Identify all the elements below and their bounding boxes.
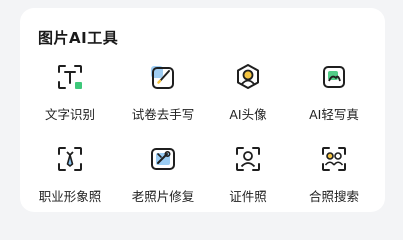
- tool-professional-photo[interactable]: 职业形象照: [25, 144, 115, 205]
- tool-group-photo-search[interactable]: 合照搜索: [289, 144, 379, 205]
- ai-avatar-icon: [237, 64, 259, 89]
- tool-ai-portrait[interactable]: AI轻写真: [289, 62, 379, 123]
- tool-photo-repair[interactable]: 老照片修复: [118, 144, 208, 205]
- tool-label: AI头像: [229, 107, 267, 122]
- ai-tools-card: 图片AI工具 文字识别 试卷去手写 AI头像 AI轻写真 职业形象照 老照片修复…: [20, 8, 385, 212]
- tool-label: 老照片修复: [131, 189, 195, 204]
- tool-ai-avatar[interactable]: AI头像: [203, 62, 293, 123]
- tool-label: 职业形象照: [38, 189, 102, 204]
- tool-label: 证件照: [229, 189, 267, 204]
- photo-repair-icon: [151, 148, 175, 170]
- tool-text-recognition[interactable]: 文字识别: [25, 62, 115, 123]
- tool-label: AI轻写真: [309, 107, 359, 122]
- tool-label: 合照搜索: [308, 189, 359, 204]
- text-recognition-icon: [58, 65, 82, 89]
- tool-id-photo[interactable]: 证件照: [203, 144, 293, 205]
- professional-photo-icon: [58, 147, 82, 171]
- tool-edit-paper[interactable]: 试卷去手写: [118, 62, 208, 123]
- edit-paper-icon: [151, 66, 174, 89]
- group-photo-search-icon: [322, 147, 346, 171]
- ai-portrait-icon: [323, 66, 345, 88]
- tool-label: 试卷去手写: [131, 107, 195, 122]
- id-photo-icon: [236, 147, 260, 171]
- section-title: 图片AI工具: [38, 29, 119, 47]
- tool-label: 文字识别: [44, 107, 95, 122]
